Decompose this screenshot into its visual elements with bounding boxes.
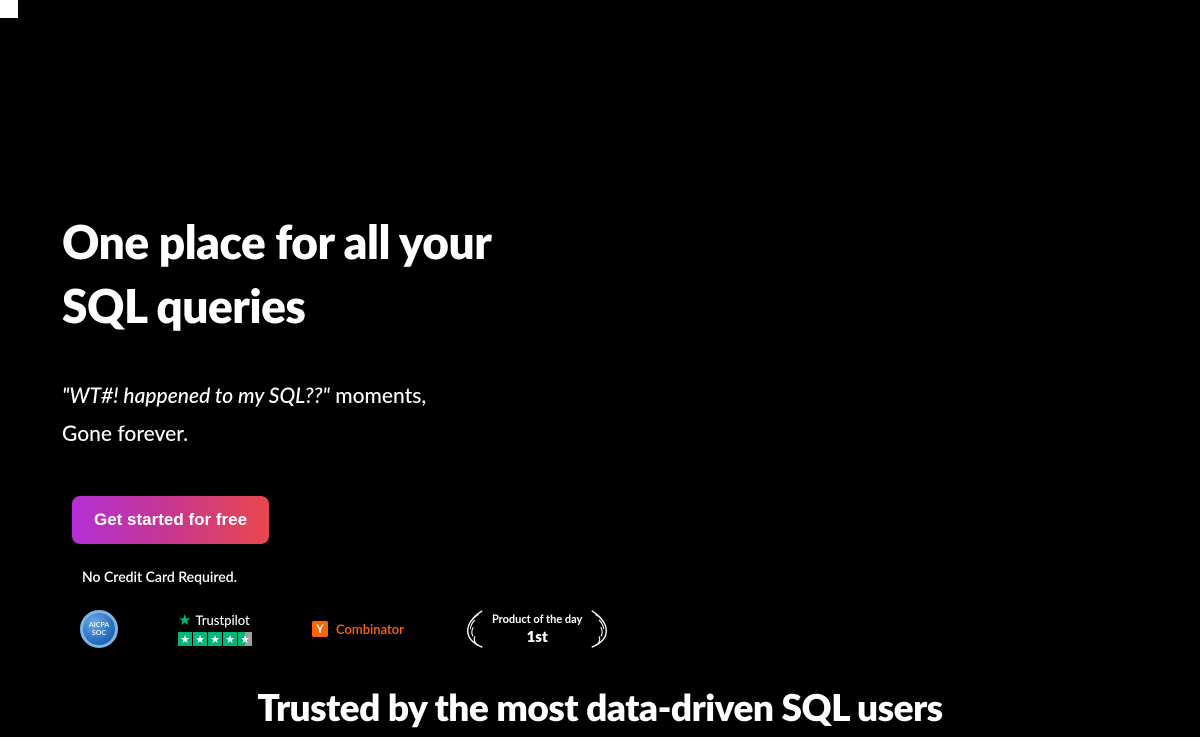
- ycombinator-badge: Y Combinator: [312, 621, 404, 637]
- hero-section: One place for all your SQL queries "WT#!…: [0, 0, 1200, 649]
- star-icon: ★: [178, 632, 192, 646]
- top-corner-block: [0, 0, 18, 18]
- star-half-icon: ★: [238, 632, 252, 646]
- potd-label: Product of the day: [492, 613, 582, 626]
- get-started-button[interactable]: Get started for free: [72, 496, 269, 544]
- hero-subhead: "WT#! happened to my SQL??" moments, Gon…: [62, 377, 1200, 453]
- potd-text: Product of the day 1st: [492, 613, 582, 646]
- yc-logo-icon: Y: [312, 621, 328, 637]
- badges-row: AICPA SOC ★ Trustpilot ★ ★ ★ ★ ★ Y Combi…: [80, 609, 1200, 649]
- laurel-left-icon: [464, 609, 486, 649]
- trustpilot-badge: ★ Trustpilot ★ ★ ★ ★ ★: [178, 612, 252, 646]
- star-icon: ★: [223, 632, 237, 646]
- star-icon: ★: [193, 632, 207, 646]
- cta-wrap: Get started for free: [72, 496, 1200, 544]
- aicpa-soc-badge: AICPA SOC: [80, 610, 118, 648]
- yc-label: Combinator: [336, 621, 404, 637]
- headline-line1: One place for all your: [62, 214, 491, 269]
- subhead-italic: "WT#! happened to my SQL??": [62, 383, 330, 408]
- subhead-line2: Gone forever.: [62, 421, 188, 446]
- laurel-right-icon: [588, 609, 610, 649]
- trustpilot-stars: ★ ★ ★ ★ ★: [178, 632, 252, 646]
- soc-line1: AICPA: [89, 622, 109, 629]
- trustpilot-top: ★ Trustpilot: [178, 612, 252, 628]
- headline-line2: SQL queries: [62, 278, 305, 333]
- product-of-the-day-badge: Product of the day 1st: [464, 609, 610, 649]
- subhead-rest: moments,: [330, 383, 426, 408]
- trusted-heading: Trusted by the most data-driven SQL user…: [0, 684, 1200, 729]
- potd-rank: 1st: [492, 628, 582, 646]
- star-icon: ★: [208, 632, 222, 646]
- no-credit-card-note: No Credit Card Required.: [82, 568, 1200, 585]
- soc-line2: SOC: [92, 630, 106, 637]
- star-icon: ★: [178, 613, 191, 628]
- hero-headline: One place for all your SQL queries: [62, 210, 1200, 339]
- trustpilot-label: Trustpilot: [195, 612, 249, 628]
